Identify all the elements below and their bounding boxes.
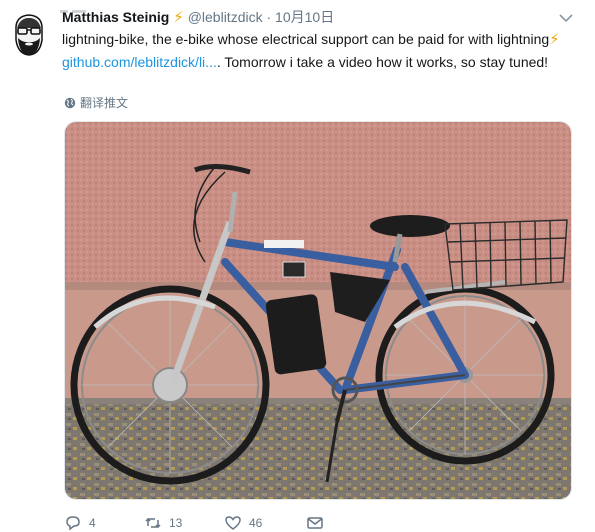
tweet-text-part1: lightning-bike, the e-bike whose electri… xyxy=(62,31,550,47)
heart-icon xyxy=(225,516,241,530)
lightning-emoji: ⚡ xyxy=(549,31,560,48)
like-count: 46 xyxy=(249,516,263,530)
previous-tweet-edge xyxy=(60,0,100,13)
translate-tweet[interactable]: 翻译推文 xyxy=(64,94,128,111)
lightning-emoji: ⚡ xyxy=(173,9,184,26)
tweet-photo[interactable] xyxy=(64,121,572,500)
tweet-text-part2: . Tomorrow i take a video how it works, … xyxy=(216,54,549,70)
tweet: Matthias Steinig ⚡ @leblitzdick · 10月10日… xyxy=(0,0,595,532)
translate-label: 翻译推文 xyxy=(80,96,129,110)
reply-icon xyxy=(66,516,80,531)
retweet-icon xyxy=(145,517,161,529)
e-bike-photo xyxy=(65,122,571,499)
author-name[interactable]: Matthias Steinig xyxy=(62,9,169,25)
separator-dot: · xyxy=(266,9,272,25)
retweet-button[interactable]: 13 xyxy=(144,514,182,532)
author-handle[interactable]: @leblitzdick xyxy=(188,9,263,25)
tweet-date[interactable]: 10月10日 xyxy=(275,9,334,25)
like-button[interactable]: 46 xyxy=(224,514,262,532)
chevron-down-icon[interactable] xyxy=(559,10,573,23)
globe-icon xyxy=(64,97,76,108)
tweet-header: Matthias Steinig ⚡ @leblitzdick · 10月10日 xyxy=(62,8,565,28)
tweet-link[interactable]: github.com/leblitzdick/li... xyxy=(62,54,217,70)
tweet-text: lightning-bike, the e-bike whose electri… xyxy=(62,28,572,73)
tweet-actions: 4 13 46 xyxy=(64,510,364,532)
message-icon xyxy=(307,517,323,529)
avatar-image xyxy=(10,10,48,58)
reply-count: 4 xyxy=(89,516,96,530)
retweet-count: 13 xyxy=(169,516,183,530)
avatar[interactable] xyxy=(10,10,48,58)
reply-button[interactable]: 4 xyxy=(64,514,96,532)
direct-message-button[interactable] xyxy=(306,514,324,532)
